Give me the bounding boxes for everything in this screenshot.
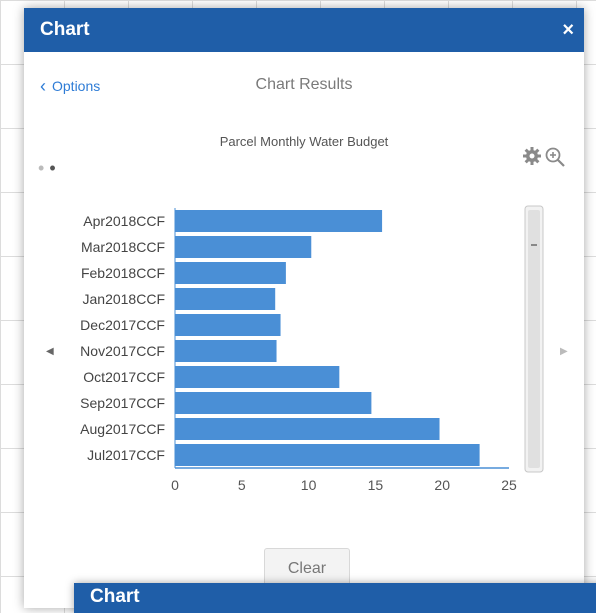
second-chart-panel: Chart [74,583,596,613]
category-label: Feb2018CCF [81,265,165,281]
panel-titlebar: Chart × [24,8,584,52]
page-dots[interactable]: • • [38,158,56,179]
second-panel-title: Chart [90,586,140,607]
category-label: Apr2018CCF [83,213,165,229]
category-label: Mar2018CCF [81,239,165,255]
bar-Feb2018CCF[interactable] [175,262,286,284]
x-tick-label: 25 [501,477,517,493]
bar-Jul2017CCF[interactable] [175,444,480,466]
chart-subheader: ‹ Options Chart Results [24,66,584,106]
chart-panel: Chart × ‹ Options Chart Results Parcel Mo… [24,8,584,608]
bar-Aug2017CCF[interactable] [175,418,440,440]
x-tick-label: 10 [301,477,317,493]
zoom-in-icon[interactable] [544,146,566,168]
category-label: Jan2018CCF [83,291,166,307]
bar-Sep2017CCF[interactable] [175,392,372,414]
bar-Oct2017CCF[interactable] [175,366,340,388]
page-dot-active[interactable]: • [49,158,55,178]
category-label: Sep2017CCF [80,395,165,411]
water-budget-bar-chart: Apr2018CCF Mar2018CCF Feb2018CCF Jan2018CCF… [80,205,544,493]
results-title: Chart Results [255,76,353,93]
chart-title: Parcel Monthly Water Budget [219,134,389,149]
x-tick-label: 5 [238,477,246,493]
category-label: Aug2017CCF [80,421,165,437]
bar-Jan2018CCF[interactable] [175,288,276,310]
bar-Apr2018CCF[interactable] [175,210,383,232]
bar-Nov2017CCF[interactable] [175,340,277,362]
close-icon[interactable]: × [562,19,574,42]
bar-Mar2018CCF[interactable] [175,236,312,258]
x-tick-label: 0 [171,477,179,493]
page-dot[interactable]: • [38,158,44,178]
gear-icon[interactable] [522,146,542,166]
category-label: Jul2017CCF [87,447,165,463]
category-label: Oct2017CCF [83,369,165,385]
category-label: Nov2017CCF [80,343,165,359]
x-tick-label: 20 [434,477,450,493]
chart-scrollbar[interactable] [524,205,544,473]
x-tick-label: 15 [368,477,384,493]
bar-Dec2017CCF[interactable] [175,314,281,336]
category-label: Dec2017CCF [80,317,165,333]
panel-title: Chart [40,19,90,40]
